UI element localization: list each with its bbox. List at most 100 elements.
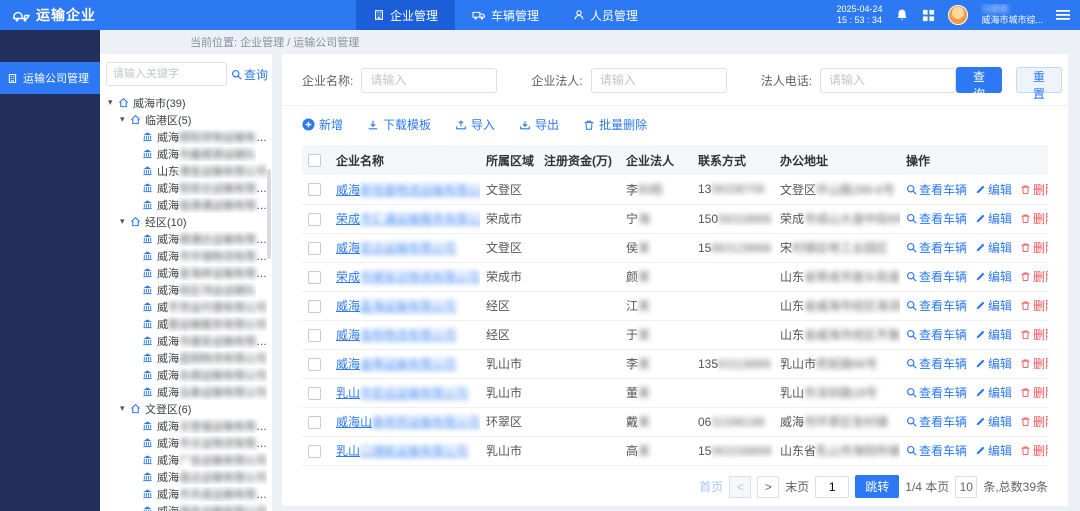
search-button[interactable]: 查询 [956, 67, 1002, 93]
reset-button[interactable]: 重置 [1016, 67, 1062, 93]
company-name-link[interactable]: 威海山泰商贸运输有限公司 [336, 415, 480, 429]
tree-item[interactable]: 威海昌达运输有限公司 [106, 468, 268, 485]
batch-delete-button[interactable]: 批量删除 [583, 116, 647, 133]
company-name-link[interactable]: 荣成市汇通运输服务有限公司 [336, 212, 480, 226]
company-name-link[interactable]: 威海金晖运输有限公司 [336, 357, 456, 371]
company-name-link[interactable]: 乳山市宏远运输有限公司 [336, 386, 468, 400]
tree-item[interactable]: 威海蓝翔物流有限公司 [106, 349, 268, 366]
select-all-checkbox[interactable] [308, 154, 321, 167]
delete-button[interactable]: 删除 [1020, 384, 1048, 401]
view-vehicles-button[interactable]: 查看车辆 [906, 181, 967, 198]
export-button[interactable]: 导出 [519, 116, 559, 133]
download-template-button[interactable]: 下载模板 [367, 116, 431, 133]
tab-vehicle[interactable]: 车辆管理 [455, 0, 556, 30]
delete-button[interactable]: 删除 [1020, 181, 1048, 198]
view-vehicles-button[interactable]: 查看车辆 [906, 413, 967, 430]
tree-item[interactable]: ▾ 威海市(39) [106, 94, 268, 111]
view-vehicles-button[interactable]: 查看车辆 [906, 442, 967, 459]
tab-enterprise[interactable]: 企业管理 [356, 0, 455, 30]
delete-button[interactable]: 删除 [1020, 326, 1048, 343]
delete-button[interactable]: 删除 [1020, 239, 1048, 256]
tree-item[interactable]: ▾ 经区(10) [106, 213, 268, 230]
tree-item[interactable]: 威海市文运物流有限公司 [106, 434, 268, 451]
tree-item[interactable]: ▾ 文登区(6) [106, 400, 268, 417]
tree-scrollbar[interactable] [267, 169, 271, 259]
import-button[interactable]: 导入 [455, 116, 495, 133]
page-number-input[interactable] [815, 476, 849, 498]
row-checkbox[interactable] [308, 242, 321, 255]
tree-item[interactable]: 威海瑞丰运输有限公司 [106, 502, 268, 511]
tree-item[interactable]: 威海经区鸿运运输队 [106, 281, 268, 298]
add-button[interactable]: 新增 [302, 116, 343, 133]
row-checkbox[interactable] [308, 445, 321, 458]
apps-grid-icon[interactable] [922, 9, 935, 22]
row-checkbox[interactable] [308, 329, 321, 342]
expand-arrow-icon[interactable]: ▾ [120, 216, 130, 227]
tree-item[interactable]: 威联运输服务有限公司 [106, 315, 268, 332]
tree-item[interactable]: 山东港发运输有限公司 [106, 162, 268, 179]
row-checkbox[interactable] [308, 300, 321, 313]
company-name-link[interactable]: 乳山口港航运输有限公司 [336, 444, 468, 458]
company-name-link[interactable]: 威海佳和物流有限公司 [336, 328, 456, 342]
avatar[interactable] [948, 5, 968, 25]
tree-item[interactable]: ▾ 临港区(5) [106, 111, 268, 128]
tree-item[interactable]: 威海泓泰运输有限公司 [106, 383, 268, 400]
row-checkbox[interactable] [308, 183, 321, 196]
expand-arrow-icon[interactable]: ▾ [108, 97, 118, 108]
delete-button[interactable]: 删除 [1020, 413, 1048, 430]
tree-item[interactable]: 威海市捷安运输有限公司 [106, 332, 268, 349]
legal-phone-input[interactable] [820, 68, 956, 93]
tree-item[interactable]: 威海市鑫顺源运输队 [106, 145, 268, 162]
jump-button[interactable]: 跳转 [855, 475, 899, 498]
user-info[interactable]: 马某某 威海市城市综... [981, 4, 1043, 26]
delete-button[interactable]: 删除 [1020, 297, 1048, 314]
sidebar-item-transport-company[interactable]: 运输公司管理 [0, 62, 100, 94]
tree-item[interactable]: 威海市天成运输有限公司 [106, 485, 268, 502]
page-size-select[interactable]: 10 [955, 476, 977, 498]
edit-button[interactable]: 编辑 [975, 384, 1012, 401]
row-checkbox[interactable] [308, 416, 321, 429]
tree-item[interactable]: 威海文登福运输有限公司 [106, 417, 268, 434]
delete-button[interactable]: 删除 [1020, 268, 1048, 285]
view-vehicles-button[interactable]: 查看车辆 [906, 210, 967, 227]
tree-item[interactable]: 威海金海岸运输有限公司 [106, 264, 268, 281]
company-name-link[interactable]: 威海宏达运输有限公司 [336, 241, 456, 255]
expand-arrow-icon[interactable]: ▾ [120, 114, 130, 125]
company-name-input[interactable] [361, 68, 497, 93]
view-vehicles-button[interactable]: 查看车辆 [906, 297, 967, 314]
edit-button[interactable]: 编辑 [975, 181, 1012, 198]
edit-button[interactable]: 编辑 [975, 239, 1012, 256]
bell-icon[interactable] [895, 8, 909, 22]
row-checkbox[interactable] [308, 358, 321, 371]
first-page-link[interactable]: 首页 [699, 478, 723, 495]
tree-item[interactable]: 威海颐阳货物运输有限公司 [106, 128, 268, 145]
menu-icon[interactable] [1056, 9, 1070, 21]
edit-button[interactable]: 编辑 [975, 355, 1012, 372]
delete-button[interactable]: 删除 [1020, 355, 1048, 372]
view-vehicles-button[interactable]: 查看车辆 [906, 239, 967, 256]
company-name-link[interactable]: 荣成市顺安达物流有限公司 [336, 270, 480, 284]
row-checkbox[interactable] [308, 213, 321, 226]
company-name-link[interactable]: 威海新恒基物流运输有限公司 [336, 183, 480, 197]
tree-search-button[interactable]: 查询 [231, 66, 268, 83]
tab-personnel[interactable]: 人员管理 [556, 0, 655, 30]
tree-item[interactable]: 威海广信运输有限公司 [106, 451, 268, 468]
last-page-link[interactable]: 末页 [785, 478, 809, 495]
tree-item[interactable]: 威海永顺运输有限公司 [106, 366, 268, 383]
view-vehicles-button[interactable]: 查看车辆 [906, 326, 967, 343]
tree-item[interactable]: 威海临港通运输有限公司 [106, 196, 268, 213]
tree-item[interactable]: 威海顺通达运输有限公司 [106, 230, 268, 247]
edit-button[interactable]: 编辑 [975, 442, 1012, 459]
tree-item[interactable]: 威海恒安达运输有限公司 [106, 179, 268, 196]
delete-button[interactable]: 删除 [1020, 442, 1048, 459]
expand-arrow-icon[interactable]: ▾ [120, 403, 130, 414]
edit-button[interactable]: 编辑 [975, 413, 1012, 430]
edit-button[interactable]: 编辑 [975, 326, 1012, 343]
row-checkbox[interactable] [308, 271, 321, 284]
tree-item[interactable]: 威海市华瑞物流有限公司 [106, 247, 268, 264]
row-checkbox[interactable] [308, 387, 321, 400]
edit-button[interactable]: 编辑 [975, 210, 1012, 227]
view-vehicles-button[interactable]: 查看车辆 [906, 355, 967, 372]
delete-button[interactable]: 删除 [1020, 210, 1048, 227]
next-page-button[interactable]: > [757, 476, 779, 498]
